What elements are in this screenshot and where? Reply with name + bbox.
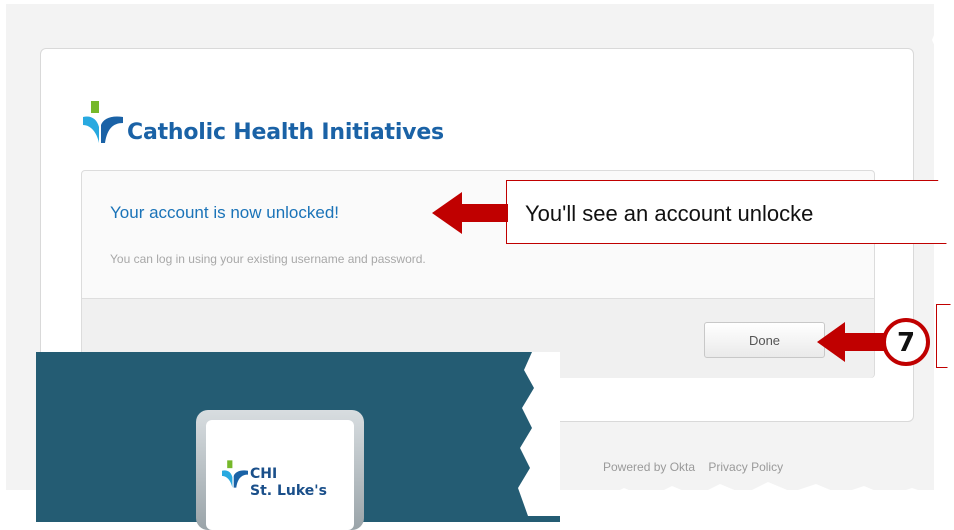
inset-logo: CHI St. Luke's (222, 458, 327, 500)
annotation-arrow-icon (432, 192, 508, 234)
chi-cross-icon (83, 101, 123, 143)
done-button[interactable]: Done (704, 322, 825, 358)
privacy-policy-link[interactable]: Privacy Policy (708, 460, 783, 474)
page-footer: Powered by Okta Privacy Policy (603, 460, 793, 474)
org-name: Catholic Health Initiatives (127, 119, 444, 145)
torn-edge-inset (518, 352, 560, 516)
torn-edge-right (932, 0, 954, 516)
inset-logo-line2: St. Luke's (250, 483, 327, 499)
powered-by-text: Powered by Okta (603, 460, 696, 474)
inset-logo-line1: CHI (250, 466, 278, 482)
step-number-badge: 7 (882, 318, 930, 366)
inset-logo-text: CHI St. Luke's (250, 466, 327, 500)
unlock-success-title: Your account is now unlocked! (110, 203, 340, 222)
chi-cross-small-icon (222, 460, 248, 488)
step-number: 7 (897, 328, 915, 358)
org-logo: Catholic Health Initiatives (83, 92, 444, 152)
torn-edge-bottom (560, 482, 930, 516)
screenshot-paper: Catholic Health Initiatives Your account… (0, 0, 954, 530)
annotation-callout-text: You'll see an account unlocke (525, 201, 814, 226)
unlock-success-subtitle: You can log in using your existing usern… (110, 252, 426, 266)
